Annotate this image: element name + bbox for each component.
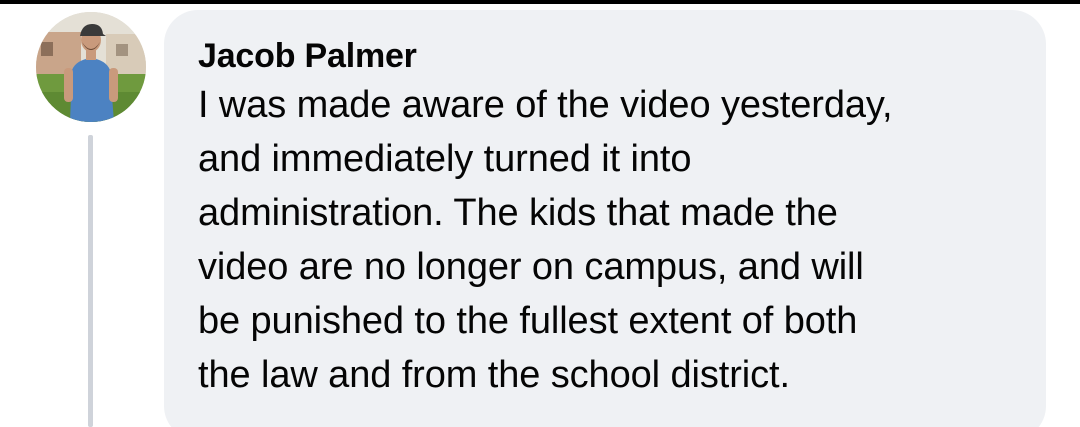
comment-text-line: administration. The kids that made the [198, 192, 838, 234]
comment-text-line: video are no longer on campus, and will [198, 246, 864, 288]
comment-text-line: and immediately turned it into [198, 138, 692, 180]
comment-bubble: Jacob Palmer I was made aware of the vid… [164, 10, 1046, 427]
comment-author[interactable]: Jacob Palmer [198, 34, 1016, 78]
comment-text-line: I was made aware of the video yesterday, [198, 84, 893, 126]
comment: Jacob Palmer I was made aware of the vid… [0, 0, 1080, 427]
avatar[interactable] [36, 12, 146, 122]
comment-text-line: be punished to the fullest extent of bot… [198, 300, 858, 342]
profile-photo-icon [36, 12, 146, 122]
comment-body: I was made aware of the video yesterday,… [198, 78, 1028, 402]
comment-text-line: the law and from the school district. [198, 354, 790, 396]
thread-line [88, 135, 93, 427]
